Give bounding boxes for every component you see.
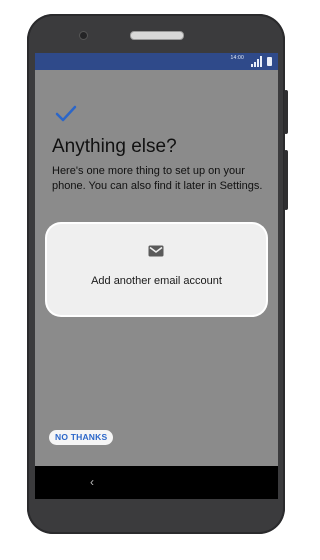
mail-icon [148, 245, 164, 257]
power-button [284, 150, 288, 210]
option-label: Add another email account [91, 275, 222, 287]
no-thanks-button[interactable]: NO THANKS [49, 430, 114, 445]
checkmark-icon [55, 105, 77, 122]
page-description: Here's one more thing to set up on your … [52, 165, 263, 192]
status-bar: 14:00 [35, 53, 278, 70]
back-icon[interactable]: ‹ [90, 476, 94, 488]
status-time: 14:00 [230, 55, 244, 61]
volume-button [284, 90, 288, 134]
front-camera [79, 31, 88, 40]
phone-screen: 14:00 Anything else? Here's one more thi… [35, 53, 278, 499]
navigation-bar: ‹ [35, 466, 278, 499]
battery-icon [267, 57, 272, 66]
earpiece-speaker [130, 31, 184, 40]
signal-icon [251, 56, 262, 67]
page-title: Anything else? [52, 136, 177, 157]
add-email-account-option[interactable]: Add another email account [47, 224, 266, 315]
